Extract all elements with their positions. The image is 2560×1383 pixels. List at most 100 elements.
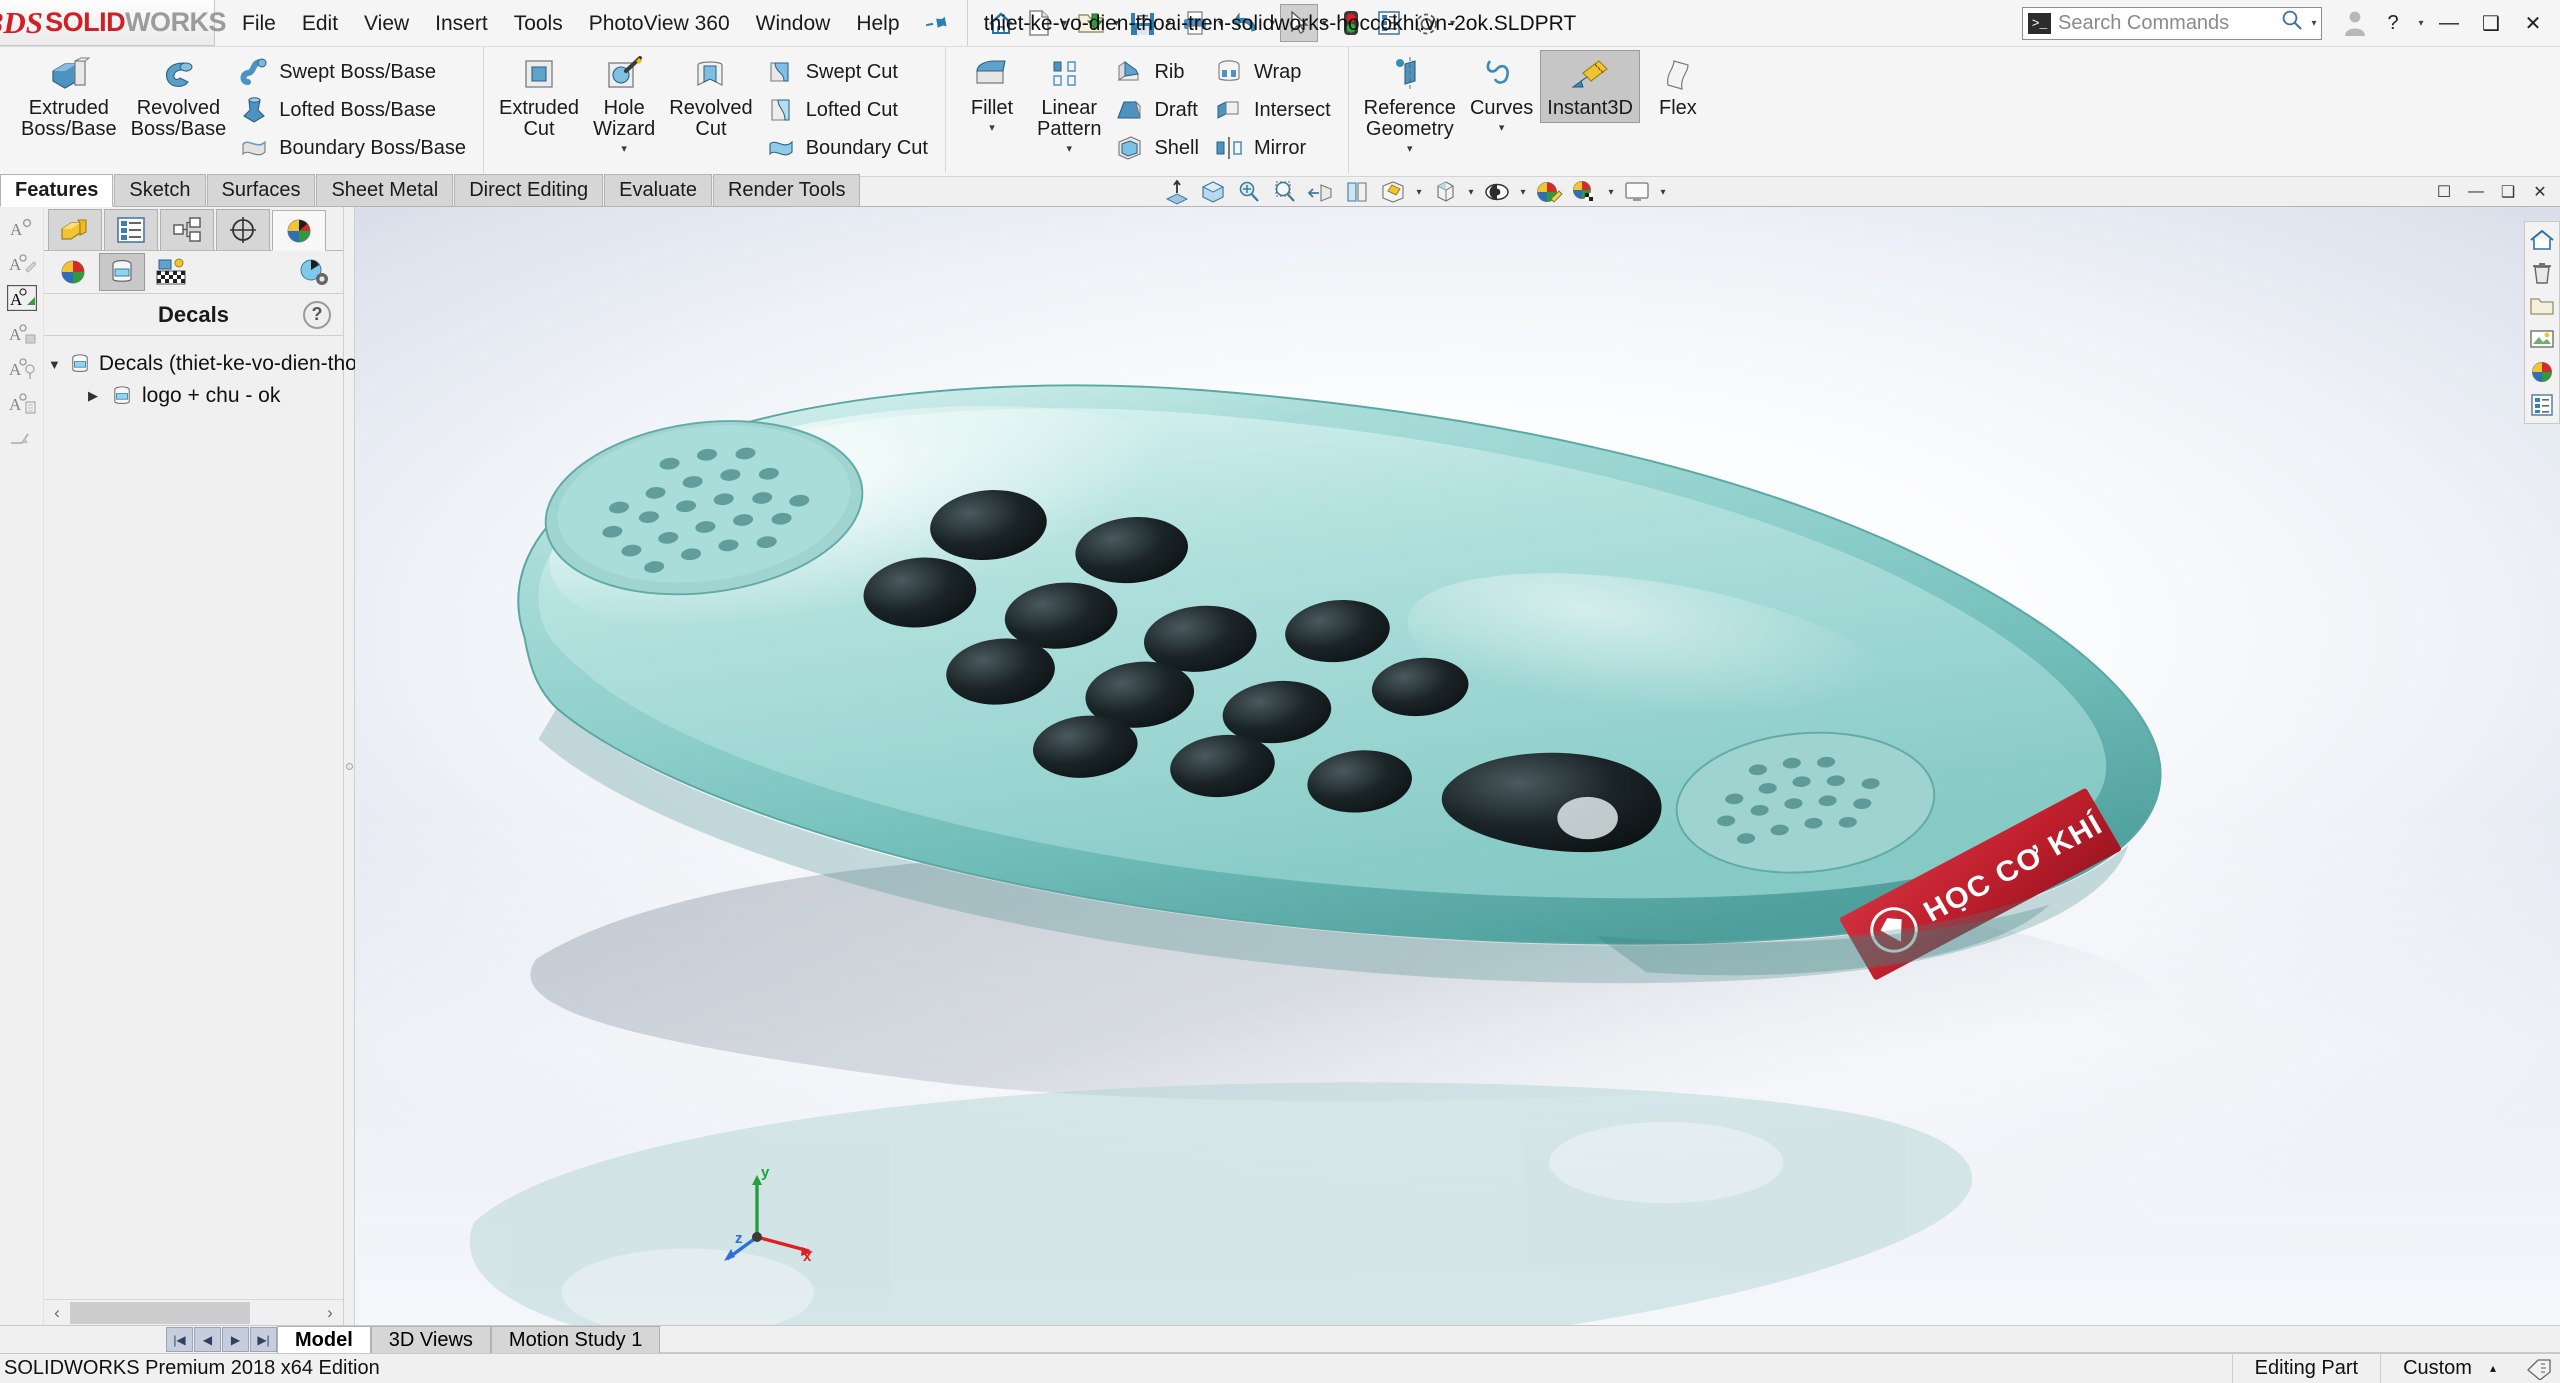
close-doc-button[interactable]: ✕ xyxy=(2526,179,2554,205)
home-icon[interactable] xyxy=(982,4,1020,42)
extruded-boss-base-button[interactable]: Extruded Boss/Base xyxy=(14,50,124,144)
document-properties-icon[interactable] xyxy=(1370,4,1408,42)
scroll-track[interactable] xyxy=(70,1301,317,1324)
insert-note-icon[interactable]: A xyxy=(5,283,39,313)
zoom-to-fit-icon[interactable] xyxy=(1160,178,1194,207)
rebuild-traffic-light-icon[interactable] xyxy=(1332,4,1370,42)
chevron-down-icon[interactable]: ▾ xyxy=(2414,4,2428,42)
chevron-right-icon[interactable]: ▶ xyxy=(84,388,102,404)
chevron-down-icon[interactable]: ▾ xyxy=(1318,4,1332,42)
lofted-cut-button[interactable]: Lofted Cut xyxy=(760,92,937,128)
view-settings-icon[interactable] xyxy=(1620,178,1654,207)
flex-button[interactable]: Flex xyxy=(1640,50,1716,123)
restore-button[interactable]: ❑ xyxy=(2470,0,2512,47)
pushpin-icon[interactable] xyxy=(922,8,953,39)
reference-geometry-button[interactable]: Reference Geometry ▾ xyxy=(1357,50,1463,159)
previous-view-icon[interactable] xyxy=(1232,178,1266,207)
section-view-icon[interactable] xyxy=(1268,178,1302,207)
menu-edit[interactable]: Edit xyxy=(289,9,351,38)
tab-features[interactable]: Features xyxy=(0,174,114,207)
view-orientation-icon[interactable] xyxy=(1304,178,1338,207)
note-icon[interactable]: A xyxy=(5,213,39,243)
chevron-up-icon[interactable]: ▴ xyxy=(2490,1361,2496,1375)
tab-sketch[interactable]: Sketch xyxy=(114,174,206,206)
chevron-down-icon[interactable]: ▾ xyxy=(1110,4,1124,42)
previous-tab-button[interactable]: ◀ xyxy=(194,1327,221,1352)
view-trash-icon[interactable] xyxy=(2527,258,2557,288)
options-gear-icon[interactable] xyxy=(1408,4,1446,42)
menu-file[interactable]: File xyxy=(229,9,289,38)
weld-symbol-icon[interactable] xyxy=(5,423,39,453)
draft-button[interactable]: Draft xyxy=(1108,92,1207,128)
maximize-doc-button[interactable]: ❑ xyxy=(2494,179,2522,205)
menu-photoview-360[interactable]: PhotoView 360 xyxy=(576,9,743,38)
help-icon[interactable]: ? xyxy=(303,300,331,329)
new-document-icon[interactable] xyxy=(1020,4,1058,42)
revolved-boss-base-button[interactable]: Revolved Boss/Base xyxy=(124,50,234,144)
dimxpert-manager-tab[interactable] xyxy=(216,209,270,250)
bottom-tab-model[interactable]: Model xyxy=(277,1326,371,1353)
scroll-left-button[interactable]: ‹ xyxy=(44,1300,70,1325)
chevron-down-icon[interactable]: ▾ xyxy=(1656,178,1670,207)
rib-button[interactable]: Rib xyxy=(1108,54,1207,90)
chevron-down-icon[interactable]: ▾ xyxy=(989,119,995,134)
tab-render-tools[interactable]: Render Tools xyxy=(712,174,861,206)
menu-tools[interactable]: Tools xyxy=(501,9,576,38)
curves-button[interactable]: Curves ▾ xyxy=(1463,50,1540,138)
chevron-down-icon[interactable]: ▾ xyxy=(1162,4,1176,42)
display-manager-tab[interactable] xyxy=(272,210,326,251)
scroll-thumb[interactable] xyxy=(70,1301,250,1324)
tab-surfaces[interactable]: Surfaces xyxy=(206,174,316,206)
chevron-down-icon[interactable]: ▾ xyxy=(2307,4,2321,42)
hide-show-eye-icon[interactable] xyxy=(1480,178,1514,207)
view-folder-icon[interactable] xyxy=(2527,291,2557,321)
close-button[interactable]: ✕ xyxy=(2512,0,2554,47)
chevron-down-icon[interactable]: ▾ xyxy=(621,140,627,155)
scroll-right-button[interactable]: › xyxy=(317,1300,343,1325)
search-commands-box[interactable]: >_ Search Commands ▾ xyxy=(2022,4,2322,42)
view-appearance-icon[interactable] xyxy=(2527,357,2557,387)
chevron-down-icon[interactable]: ▾ xyxy=(1266,4,1280,42)
bottom-tab-motion-study[interactable]: Motion Study 1 xyxy=(490,1326,661,1353)
view-list-icon[interactable] xyxy=(2527,390,2557,420)
hole-wizard-button[interactable]: Hole Wizard ▾ xyxy=(586,50,662,159)
linear-pattern-button[interactable]: Linear Pattern ▾ xyxy=(1030,50,1108,159)
edit-appearance-icon[interactable] xyxy=(1532,178,1566,207)
search-icon[interactable] xyxy=(2281,9,2303,37)
last-tab-button[interactable]: ▶| xyxy=(250,1327,277,1352)
chevron-down-icon[interactable]: ▾ xyxy=(1604,178,1618,207)
instant3d-button[interactable]: Instant3D xyxy=(1540,50,1640,123)
edit-note-icon[interactable]: A xyxy=(5,248,39,278)
balloon-note-icon[interactable]: A xyxy=(5,353,39,383)
next-tab-button[interactable]: ▶ xyxy=(222,1327,249,1352)
view-decals-button[interactable] xyxy=(99,253,145,291)
tree-node-decals-root[interactable]: ▼ Decals (thiet-ke-vo-dien-tho xyxy=(48,348,357,380)
status-units[interactable]: Custom ▴ xyxy=(2380,1353,2518,1383)
save-icon[interactable] xyxy=(1124,4,1162,42)
panel-horizontal-scrollbar[interactable]: ‹ › xyxy=(44,1299,343,1325)
chevron-down-icon[interactable]: ▾ xyxy=(1058,4,1072,42)
tab-direct-editing[interactable]: Direct Editing xyxy=(454,174,604,206)
view-image-icon[interactable] xyxy=(2527,324,2557,354)
chevron-down-icon[interactable]: ▾ xyxy=(1499,119,1505,134)
open-folder-icon[interactable] xyxy=(1072,4,1110,42)
zoom-to-area-icon[interactable] xyxy=(1196,178,1230,207)
select-arrow-icon[interactable] xyxy=(1279,4,1318,42)
menu-insert[interactable]: Insert xyxy=(422,9,501,38)
chevron-down-icon[interactable]: ▾ xyxy=(1412,178,1426,207)
apply-scene-icon[interactable] xyxy=(1568,178,1602,207)
user-account-icon[interactable] xyxy=(2338,10,2372,36)
lofted-boss-base-button[interactable]: Lofted Boss/Base xyxy=(233,92,475,128)
shell-button[interactable]: Shell xyxy=(1108,130,1207,166)
hide-show-items-icon[interactable] xyxy=(1376,178,1410,207)
extruded-cut-button[interactable]: Extruded Cut xyxy=(492,50,586,144)
undo-icon[interactable] xyxy=(1228,4,1266,42)
first-tab-button[interactable]: |◀ xyxy=(166,1327,193,1352)
menu-help[interactable]: Help xyxy=(843,9,912,38)
mirror-button[interactable]: Mirror xyxy=(1208,130,1340,166)
help-button[interactable]: ? xyxy=(2372,0,2414,47)
search-input[interactable]: Search Commands xyxy=(2058,12,2281,35)
view-scene-lights-cameras-button[interactable] xyxy=(148,253,194,291)
wrap-button[interactable]: Wrap xyxy=(1208,54,1340,90)
chevron-down-icon[interactable]: ▾ xyxy=(1214,4,1228,42)
